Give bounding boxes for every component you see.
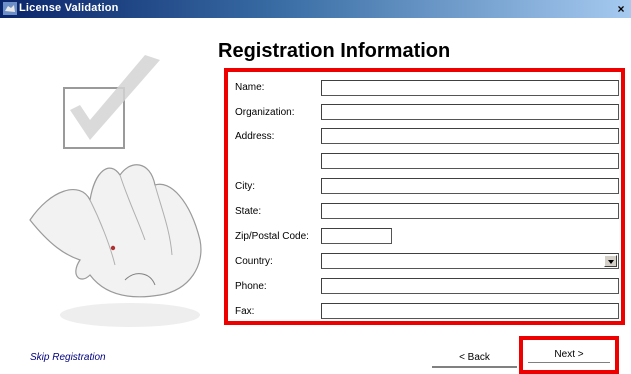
rhino-checkmark-illustration <box>29 55 202 327</box>
next-button[interactable]: Next > <box>519 336 619 374</box>
page-title: Registration Information <box>218 40 451 62</box>
phone-field[interactable] <box>321 278 619 294</box>
name-label: Name: <box>235 82 265 93</box>
rhino-app-icon <box>3 2 17 15</box>
organization-label: Organization: <box>235 107 295 118</box>
next-button-underline <box>528 360 610 363</box>
close-button[interactable]: × <box>614 3 628 16</box>
title-bar: License Validation × <box>0 0 631 18</box>
address-label: Address: <box>235 131 275 142</box>
zip-field[interactable] <box>321 228 392 244</box>
fax-field[interactable] <box>321 303 619 319</box>
address-field[interactable] <box>321 128 619 144</box>
back-button[interactable]: < Back <box>432 348 517 368</box>
organization-field[interactable] <box>321 104 619 120</box>
next-button-label: Next > <box>554 349 584 360</box>
country-label: Country: <box>235 256 273 267</box>
city-label: City: <box>235 181 255 192</box>
skip-registration-link[interactable]: Skip Registration <box>30 352 106 363</box>
zip-label: Zip/Postal Code: <box>235 231 309 242</box>
window-title: License Validation <box>19 2 119 14</box>
fax-label: Fax: <box>235 306 255 317</box>
country-dropdown[interactable] <box>321 253 619 269</box>
city-field[interactable] <box>321 178 619 194</box>
name-field[interactable] <box>321 80 619 96</box>
state-field[interactable] <box>321 203 619 219</box>
address-line2-field[interactable] <box>321 153 619 169</box>
state-label: State: <box>235 206 262 217</box>
phone-label: Phone: <box>235 281 267 292</box>
chevron-down-icon[interactable] <box>604 255 617 267</box>
